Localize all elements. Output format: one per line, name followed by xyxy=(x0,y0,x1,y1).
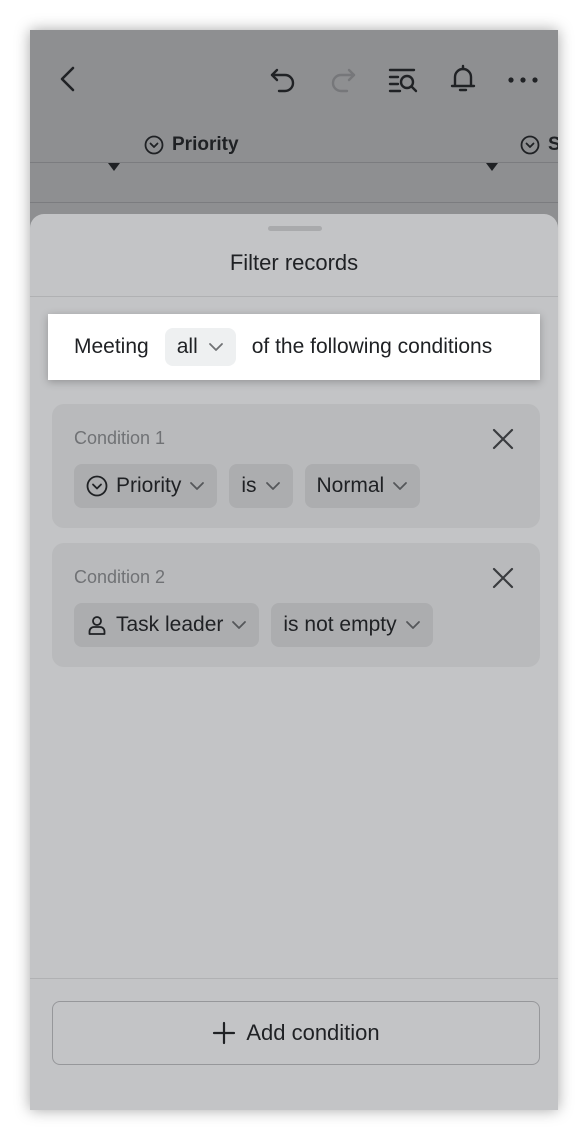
condition-value: Normal xyxy=(316,474,385,497)
divider xyxy=(30,162,558,163)
column-priority[interactable]: Priority xyxy=(144,134,239,156)
column-priority-label: Priority xyxy=(172,134,239,155)
divider xyxy=(30,296,558,297)
chevron-down-icon xyxy=(208,343,223,351)
sheet-title: Filter records xyxy=(229,250,359,275)
condition-chips: Priority is Normal xyxy=(74,464,421,508)
phone-screen: Priority S Filter records Meeting all of… xyxy=(30,30,558,1110)
chevron-down-icon xyxy=(393,482,408,490)
person-icon xyxy=(88,616,106,635)
column-dropdown-icon-2[interactable] xyxy=(486,163,498,171)
operator-select[interactable]: is not empty xyxy=(271,603,433,647)
value-select[interactable]: Normal xyxy=(304,464,421,508)
operator-value: is xyxy=(241,474,257,497)
sheet-drag-handle[interactable] xyxy=(268,226,322,231)
add-condition-button[interactable]: Add condition xyxy=(52,1001,540,1065)
field-select[interactable]: Task leader xyxy=(74,603,260,647)
undo-icon[interactable] xyxy=(266,62,300,96)
divider xyxy=(30,202,558,203)
condition-chips: Task leader is not empty xyxy=(74,603,433,647)
match-mode-select[interactable]: all xyxy=(164,328,236,366)
field-select[interactable]: Priority xyxy=(74,464,218,508)
top-toolbar xyxy=(30,30,558,130)
close-icon[interactable] xyxy=(490,426,516,452)
condition-title: Condition 2 xyxy=(74,567,166,587)
divider xyxy=(30,978,558,979)
condition-card-1: Condition 1 Priority is Normal xyxy=(52,404,540,528)
match-mode-row: Meeting all of the following conditions xyxy=(48,314,540,380)
field-value: Task leader xyxy=(116,613,224,636)
condition-card-2: Condition 2 Task leader is not empty xyxy=(52,543,540,667)
chevron-down-icon xyxy=(232,621,247,629)
more-icon[interactable] xyxy=(506,62,540,96)
chevron-down-icon xyxy=(265,482,280,490)
chevron-down-icon xyxy=(405,621,420,629)
meeting-suffix: of the following conditions xyxy=(251,335,493,358)
circle-chevron-down-icon xyxy=(144,135,164,155)
match-mode-value: all xyxy=(176,335,198,358)
close-icon[interactable] xyxy=(490,565,516,591)
operator-value: is not empty xyxy=(283,613,397,636)
chevron-down-icon xyxy=(190,482,205,490)
filter-sheet: Filter records Meeting all of the follow… xyxy=(30,214,558,1110)
column-dropdown-icon[interactable] xyxy=(108,163,120,171)
circle-chevron-down-icon xyxy=(86,475,108,497)
bell-icon[interactable] xyxy=(446,62,480,96)
redo-icon[interactable] xyxy=(326,62,360,96)
operator-select[interactable]: is xyxy=(229,464,293,508)
column-header-row: Priority xyxy=(30,130,558,164)
condition-title: Condition 1 xyxy=(74,428,166,448)
add-condition-label: Add condition xyxy=(246,1020,380,1045)
list-search-icon[interactable] xyxy=(386,62,420,96)
plus-icon xyxy=(213,1021,236,1045)
back-icon[interactable] xyxy=(52,62,86,96)
field-value: Priority xyxy=(116,474,182,497)
meeting-prefix: Meeting xyxy=(74,335,149,358)
